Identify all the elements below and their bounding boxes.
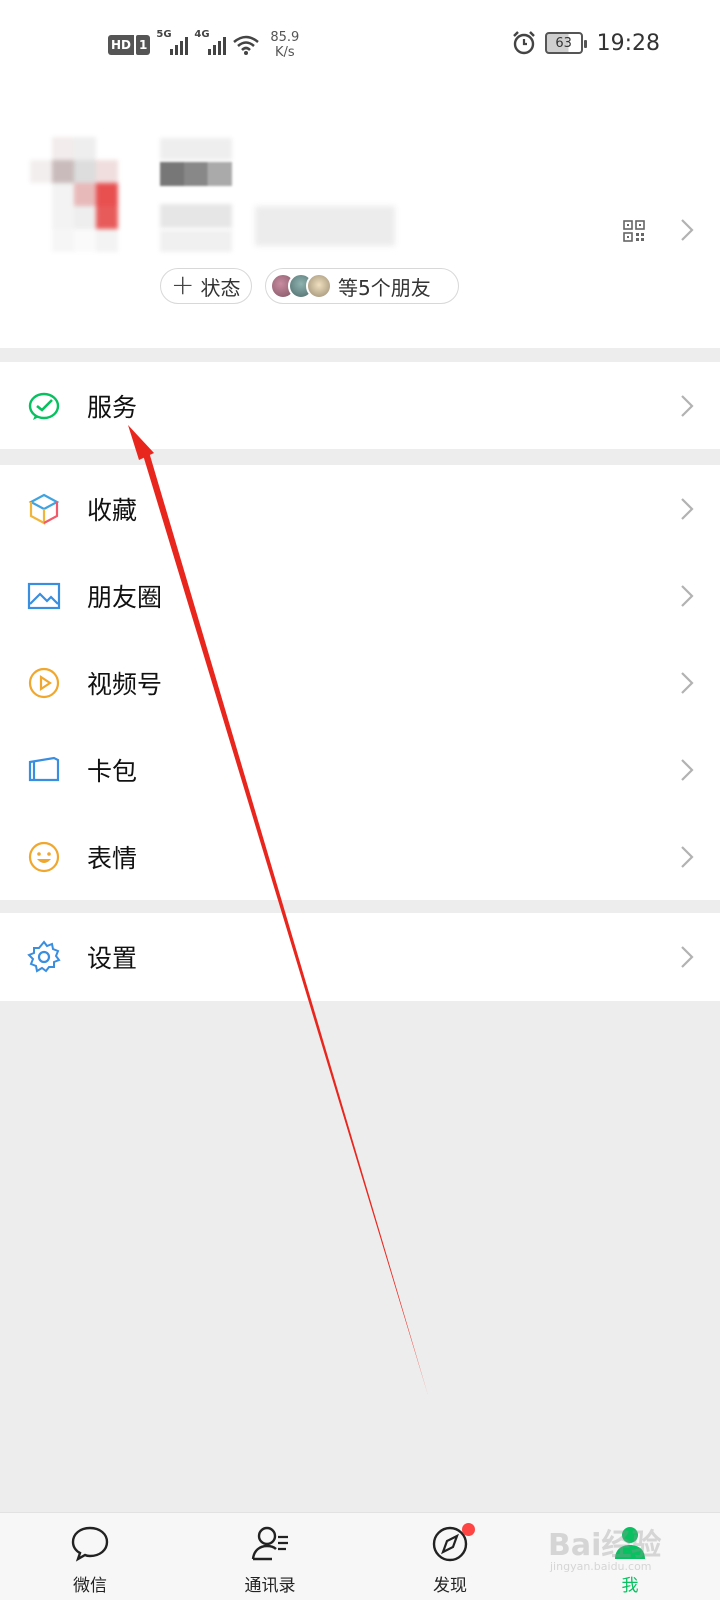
chevron-right-icon xyxy=(681,671,694,694)
channels-play-icon xyxy=(28,667,60,698)
chevron-right-icon xyxy=(681,394,694,417)
friends-status-label: 等5个朋友 xyxy=(338,275,431,300)
sim-slot-label: 1 xyxy=(136,35,151,55)
friend-avatars xyxy=(270,273,332,299)
gear-icon xyxy=(27,940,61,973)
hd-label: HD xyxy=(108,35,135,55)
settings-section: 设置 xyxy=(0,913,720,1001)
chevron-right-icon xyxy=(681,497,694,520)
chevron-right-icon xyxy=(681,758,694,781)
battery-indicator: 63 xyxy=(544,32,587,54)
tab-contacts[interactable]: 通讯录 xyxy=(210,1513,330,1600)
tab-me-label: 我 xyxy=(621,1576,639,1596)
status-time: 19:28 xyxy=(596,30,660,56)
wechat-id-blurred-lower xyxy=(160,230,232,252)
menu-item-channels[interactable]: 视频号 xyxy=(0,639,720,726)
nickname-blurred-top xyxy=(160,138,232,160)
status-bar: HD 1 5G 4G 85.9 K/s 63 19:28 xyxy=(0,0,720,92)
chat-bubble-icon xyxy=(71,1526,109,1562)
menu-item-settings-label: 设置 xyxy=(87,944,138,973)
chevron-right-icon xyxy=(681,584,694,607)
menu-item-card-wallet-label: 卡包 xyxy=(87,756,138,786)
menu-item-services[interactable]: 服务 xyxy=(0,362,720,449)
baidu-jingyan-watermark: Bai经验 jingyan.baidu.com xyxy=(548,1520,661,1573)
menu-item-moments[interactable]: 朋友圈 xyxy=(0,552,720,639)
menu-item-stickers[interactable]: 表情 xyxy=(0,813,720,900)
network-speed: 85.9 K/s xyxy=(270,30,299,60)
chevron-right-icon xyxy=(681,845,694,868)
menu-item-moments-label: 朋友圈 xyxy=(87,582,163,612)
menu-item-services-label: 服务 xyxy=(87,392,138,422)
signal-5g-icon: 5G xyxy=(156,29,189,55)
services-section: 服务 xyxy=(0,362,720,449)
favorites-cube-icon xyxy=(28,493,60,525)
menu-item-channels-label: 视频号 xyxy=(87,669,163,699)
avatar[interactable] xyxy=(30,137,140,252)
watermark-brand: Bai经验 xyxy=(548,1528,662,1563)
menu-item-card-wallet[interactable]: 卡包 xyxy=(0,726,720,813)
wifi-icon xyxy=(233,35,260,55)
tab-contacts-label: 通讯录 xyxy=(244,1576,296,1596)
tab-discover[interactable]: 发现 xyxy=(390,1513,510,1600)
wechat-id-blurred xyxy=(160,204,232,228)
tab-chats-label: 微信 xyxy=(73,1576,107,1596)
add-status-label: 状态 xyxy=(200,275,241,300)
services-icon xyxy=(28,392,60,420)
menu-item-favorites-label: 收藏 xyxy=(87,495,138,525)
contacts-icon xyxy=(251,1526,288,1561)
plus-icon: + xyxy=(171,267,195,301)
add-status-button[interactable]: + 状态 xyxy=(160,268,252,304)
sticker-smile-icon xyxy=(28,841,60,872)
friends-status-pill[interactable]: 等5个朋友 xyxy=(265,268,459,304)
menu-item-favorites[interactable]: 收藏 xyxy=(0,465,720,552)
qr-code-icon[interactable] xyxy=(623,220,645,242)
moments-picture-icon xyxy=(27,582,61,609)
friend-avatar xyxy=(306,273,332,299)
chevron-right-icon[interactable] xyxy=(680,218,694,242)
card-wallet-icon xyxy=(28,756,60,781)
menu-item-stickers-label: 表情 xyxy=(87,843,138,873)
tab-chats[interactable]: 微信 xyxy=(30,1513,150,1600)
status-left-group: HD 1 5G 4G 85.9 K/s xyxy=(108,29,299,60)
battery-level: 63 xyxy=(555,35,572,51)
network-speed-value: 85.9 xyxy=(270,30,300,45)
network-5g-label: 5G xyxy=(156,29,172,40)
main-menu-section: 收藏 朋友圈 视频号 卡包 表情 xyxy=(0,465,720,900)
status-right-group: 63 19:28 xyxy=(511,30,660,56)
network-speed-unit: K/s xyxy=(275,45,295,60)
network-4g-label: 4G xyxy=(194,29,210,40)
wechat-id-value-blurred xyxy=(255,206,395,246)
hd-voice-badge: HD 1 xyxy=(108,35,151,55)
chevron-right-icon xyxy=(681,946,694,968)
tab-discover-label: 发现 xyxy=(433,1576,467,1596)
watermark-url: jingyan.baidu.com xyxy=(550,1560,652,1573)
discover-notification-dot xyxy=(462,1523,475,1536)
nickname-blurred xyxy=(160,162,232,186)
alarm-clock-icon xyxy=(512,31,535,55)
profile-header[interactable]: + 状态 等5个朋友 xyxy=(0,92,720,348)
menu-item-settings[interactable]: 设置 xyxy=(0,913,720,1001)
signal-4g-icon: 4G xyxy=(194,29,227,55)
